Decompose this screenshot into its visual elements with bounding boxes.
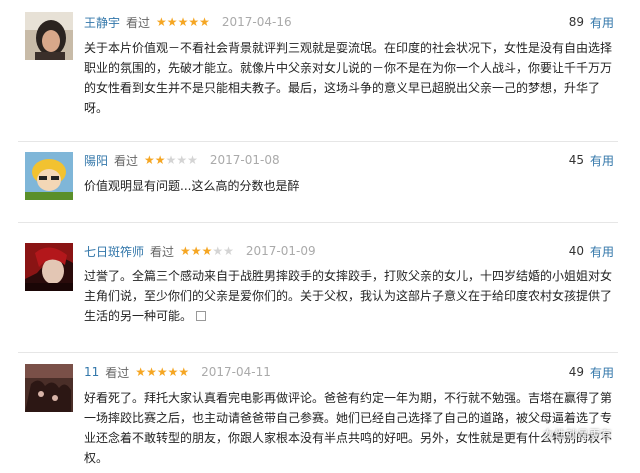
watermark-text: 女性就是更有 xyxy=(543,428,612,441)
review-date: 2017-01-08 xyxy=(209,153,280,167)
useful-count: 89 xyxy=(568,15,584,29)
rating-stars: ★ ★ ★ ★ ★ xyxy=(180,245,234,257)
watched-label: 看过 xyxy=(105,365,130,380)
star-filled-icon: ★ xyxy=(146,365,157,379)
useful-button[interactable]: 有用 xyxy=(590,14,614,31)
more-icon[interactable] xyxy=(196,311,207,321)
review-username[interactable]: 11 xyxy=(84,365,99,379)
avatar[interactable] xyxy=(25,152,73,200)
avatar[interactable] xyxy=(25,243,73,291)
divider xyxy=(18,141,618,142)
rating-stars: ★ ★ ★ ★ ★ xyxy=(156,16,210,28)
star-empty-icon: ★ xyxy=(165,153,177,167)
star-filled-icon: ★ xyxy=(166,15,178,29)
review-content: 过誉了。全篇三个感动来自于战胜男摔跤手的女摔跤手，打败父亲的女儿，十四岁结婚的小… xyxy=(84,266,612,326)
star-filled-icon: ★ xyxy=(144,153,155,167)
star-filled-icon: ★ xyxy=(154,153,166,167)
star-empty-icon: ★ xyxy=(223,244,234,258)
watched-label: 看过 xyxy=(150,244,175,259)
review-username[interactable]: 陽阳 xyxy=(84,152,108,169)
review-content: 关于本片价值观－不看社会背景就评判三观就是耍流氓。在印度的社会状况下，女性是没有… xyxy=(84,41,613,115)
star-filled-icon: ★ xyxy=(178,365,190,379)
star-filled-icon: ★ xyxy=(180,244,191,258)
watched-label: 看过 xyxy=(126,15,151,30)
useful-button[interactable]: 有用 xyxy=(590,364,614,381)
star-filled-icon: ★ xyxy=(201,244,213,258)
useful-button[interactable]: 有用 xyxy=(590,152,614,169)
rating-stars: ★ ★ ★ ★ ★ xyxy=(144,154,198,166)
star-filled-icon: ★ xyxy=(199,15,210,29)
useful-count: 40 xyxy=(568,244,584,258)
review-content: 价值观明显有问题...这么高的分数也是醉 xyxy=(84,179,300,193)
star-filled-icon: ★ xyxy=(177,15,189,29)
star-filled-icon: ★ xyxy=(156,365,168,379)
review-date: 2017-04-16 xyxy=(221,15,292,29)
rating-stars: ★ ★ ★ ★ ★ xyxy=(135,366,189,378)
review-username[interactable]: 王静宇 xyxy=(84,14,120,31)
review-content: 好看死了。拜托大家认真看完电影再做评论。爸爸有约定一年为期，不行就不勉强。吉塔在… xyxy=(84,391,613,465)
review-username[interactable]: 七日斑筰师 xyxy=(84,243,144,260)
star-filled-icon: ★ xyxy=(188,15,200,29)
star-filled-icon: ★ xyxy=(135,365,147,379)
star-filled-icon: ★ xyxy=(167,365,179,379)
useful-count: 49 xyxy=(568,365,584,379)
star-empty-icon: ★ xyxy=(176,153,188,167)
review-date: 2017-01-09 xyxy=(245,244,316,258)
avatar[interactable] xyxy=(25,364,73,412)
divider xyxy=(18,222,618,223)
review-date: 2017-04-11 xyxy=(201,365,271,379)
star-filled-icon: ★ xyxy=(190,244,202,258)
star-filled-icon: ★ xyxy=(156,15,167,29)
star-empty-icon: ★ xyxy=(187,153,198,167)
avatar[interactable] xyxy=(25,12,73,60)
divider xyxy=(18,352,618,353)
useful-button[interactable]: 有用 xyxy=(590,243,614,260)
watched-label: 看过 xyxy=(114,153,139,168)
star-empty-icon: ★ xyxy=(212,244,224,258)
useful-count: 45 xyxy=(568,153,584,167)
review-text: 过誉了。全篇三个感动来自于战胜男摔跤手的女摔跤手，打败父亲的女儿，十四岁结婚的小… xyxy=(84,269,613,323)
